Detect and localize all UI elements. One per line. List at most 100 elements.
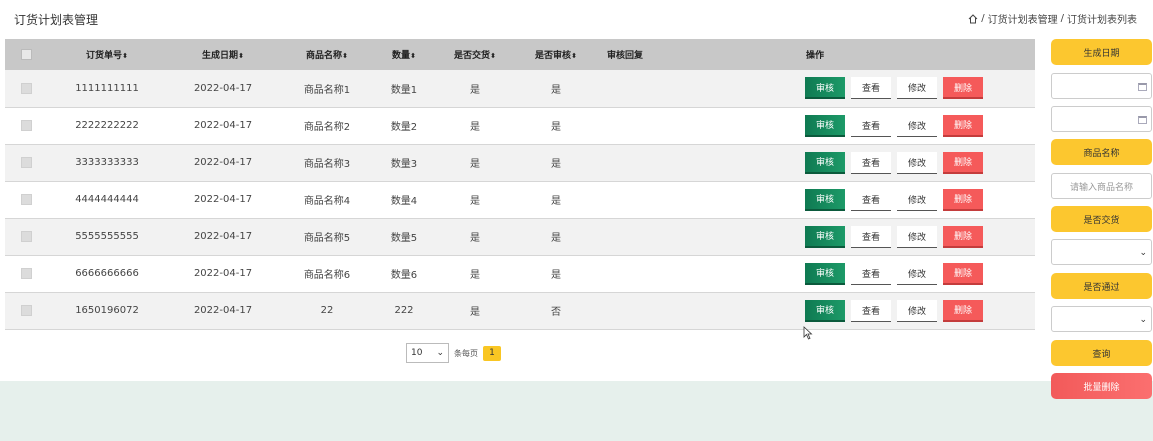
cell-delivered: 是 [470, 233, 480, 244]
edit-button[interactable]: 修改 [897, 188, 937, 211]
row-checkbox[interactable] [20, 82, 32, 94]
table-row: 3333333333 2022-04-17 商品名称3 数量3 是 是 审核 查看 修改 删除 [5, 144, 1035, 181]
edit-button[interactable]: 修改 [897, 225, 937, 248]
edit-button[interactable]: 修改 [897, 151, 937, 174]
cell-reply [595, 218, 655, 255]
delete-button[interactable]: 删除 [943, 188, 983, 211]
view-button[interactable]: 查看 [851, 299, 891, 322]
cell-delivered: 是 [470, 307, 480, 318]
review-button[interactable]: 审核 [805, 114, 845, 137]
view-button[interactable]: 查看 [851, 188, 891, 211]
batch-delete-button[interactable]: 批量删除 [1051, 373, 1152, 399]
column-header-qty[interactable]: 数量⬍ [375, 39, 433, 70]
passed-select[interactable]: ⌄ [1051, 306, 1152, 332]
cell-qty: 数量4 [390, 196, 418, 207]
view-button[interactable]: 查看 [851, 262, 891, 285]
per-page-label: 条每页 [454, 348, 478, 358]
cell-reviewed: 是 [551, 122, 561, 133]
date-end-input[interactable] [1051, 106, 1152, 132]
column-header-date[interactable]: 生成日期⬍ [167, 39, 279, 70]
cell-order-no: 6666666666 [75, 268, 139, 279]
cell-date: 2022-04-17 [193, 305, 253, 316]
cell-reviewed: 是 [551, 159, 561, 170]
table-row: 5555555555 2022-04-17 商品名称5 数量5 是 是 审核 查看 修改 删除 [5, 218, 1035, 255]
edit-button[interactable]: 修改 [897, 299, 937, 322]
column-header-reviewed[interactable]: 是否审核⬍ [517, 39, 595, 70]
delivered-select[interactable]: ⌄ [1051, 239, 1152, 265]
sort-icon[interactable]: ⬍ [238, 52, 244, 60]
delete-button[interactable]: 删除 [943, 262, 983, 285]
edit-button[interactable]: 修改 [897, 114, 937, 137]
chevron-down-icon: ⌄ [1139, 315, 1147, 325]
review-button[interactable]: 审核 [805, 151, 845, 174]
sort-icon[interactable]: ⬍ [410, 52, 416, 60]
home-icon[interactable] [968, 13, 978, 24]
product-name-input[interactable]: 请输入商品名称 [1051, 173, 1152, 199]
sort-icon[interactable]: ⬍ [571, 52, 577, 60]
breadcrumb-separator: / [981, 13, 985, 24]
table-row: 2222222222 2022-04-17 商品名称2 数量2 是 是 审核 查看 修改 删除 [5, 107, 1035, 144]
cell-order-no: 5555555555 [75, 231, 139, 242]
row-checkbox[interactable] [20, 156, 32, 168]
row-checkbox[interactable] [20, 119, 32, 131]
table-header-row: 订货单号⬍ 生成日期⬍ 商品名称⬍ 数量⬍ 是否交货⬍ 是否审核⬍ 审核回复 操… [5, 39, 1035, 70]
cell-order-no: 3333333333 [75, 157, 139, 168]
cell-reviewed: 是 [551, 233, 561, 244]
page-size-select[interactable]: 10 ⌄ [406, 343, 449, 363]
row-checkbox[interactable] [20, 230, 32, 242]
cell-qty: 数量2 [390, 122, 418, 133]
row-checkbox[interactable] [20, 304, 32, 316]
edit-button[interactable]: 修改 [897, 77, 937, 100]
sort-icon[interactable]: ⬍ [342, 52, 348, 60]
page-number-current[interactable]: 1 [483, 345, 501, 361]
view-button[interactable]: 查看 [851, 151, 891, 174]
query-button[interactable]: 查询 [1051, 340, 1152, 366]
column-header-delivered[interactable]: 是否交货⬍ [433, 39, 517, 70]
column-header-product[interactable]: 商品名称⬍ [279, 39, 375, 70]
cell-order-no: 1111111111 [75, 82, 139, 94]
cell-delivered: 是 [470, 159, 480, 170]
cell-delivered: 是 [470, 84, 480, 96]
column-header-order-no[interactable]: 订货单号⬍ [47, 39, 167, 70]
cell-reply [595, 181, 655, 218]
cell-qty: 222 [394, 305, 414, 316]
cell-reply [595, 107, 655, 144]
delete-button[interactable]: 删除 [943, 299, 983, 322]
delete-button[interactable]: 删除 [943, 77, 983, 100]
passed-filter-label: 是否通过 [1051, 273, 1152, 299]
cell-date: 2022-04-17 [193, 157, 253, 168]
cell-order-no: 2222222222 [75, 120, 139, 131]
cell-reply [595, 144, 655, 181]
review-button[interactable]: 审核 [805, 262, 845, 285]
page-title: 订货计划表管理 [14, 13, 99, 27]
table-row: 6666666666 2022-04-17 商品名称6 数量6 是 是 审核 查看 修改 删除 [5, 255, 1035, 292]
delete-button[interactable]: 删除 [943, 225, 983, 248]
delete-button[interactable]: 删除 [943, 151, 983, 174]
row-actions: 审核 查看 修改 删除 [655, 262, 1035, 285]
review-button[interactable]: 审核 [805, 225, 845, 248]
sort-icon[interactable]: ⬍ [122, 52, 128, 60]
view-button[interactable]: 查看 [851, 225, 891, 248]
calendar-icon [1138, 116, 1147, 124]
cell-qty: 数量5 [390, 233, 418, 244]
delete-button[interactable]: 删除 [943, 114, 983, 137]
view-button[interactable]: 查看 [851, 77, 891, 100]
edit-button[interactable]: 修改 [897, 262, 937, 285]
breadcrumb-separator: / [1060, 13, 1064, 24]
cell-qty: 数量6 [390, 270, 418, 281]
cell-delivered: 是 [470, 122, 480, 133]
view-button[interactable]: 查看 [851, 114, 891, 137]
select-all-checkbox[interactable] [20, 49, 32, 60]
footer-background [0, 381, 1153, 441]
sort-icon[interactable]: ⬍ [490, 52, 496, 60]
cell-reply [595, 292, 655, 329]
cell-product: 商品名称6 [303, 270, 351, 281]
row-checkbox[interactable] [20, 193, 32, 205]
breadcrumb-item-manage[interactable]: 订货计划表管理 [988, 11, 1058, 26]
mouse-cursor-icon [803, 326, 813, 340]
review-button[interactable]: 审核 [805, 188, 845, 211]
date-start-input[interactable] [1051, 73, 1152, 99]
review-button[interactable]: 审核 [805, 77, 845, 100]
row-checkbox[interactable] [20, 267, 32, 279]
review-button[interactable]: 审核 [805, 299, 845, 322]
